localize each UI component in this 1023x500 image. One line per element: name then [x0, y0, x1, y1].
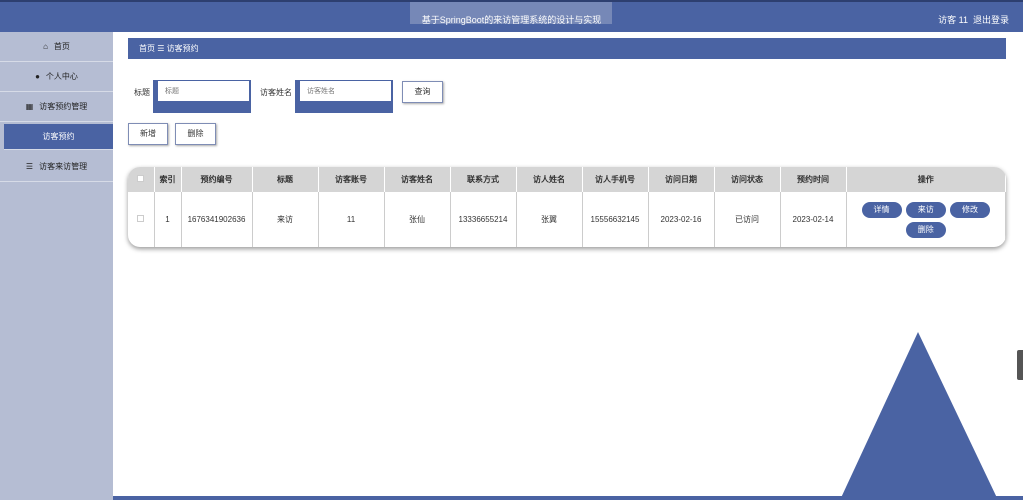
bottom-bar — [113, 496, 1023, 500]
side-handle[interactable] — [1017, 350, 1023, 380]
decorative-triangle — [840, 332, 998, 500]
